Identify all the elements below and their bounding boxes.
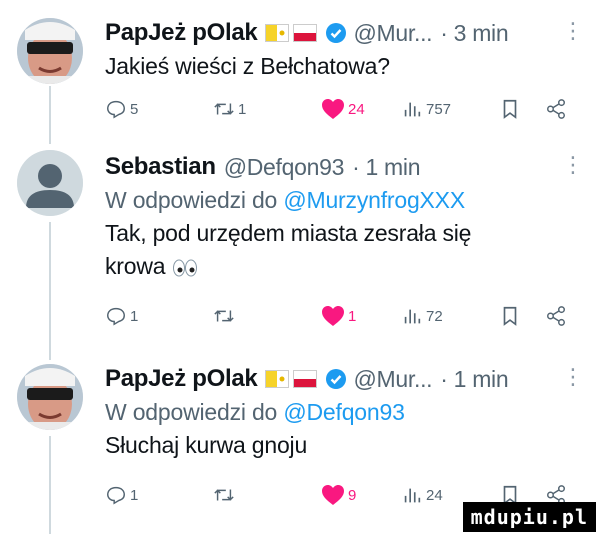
views-icon <box>404 102 421 117</box>
action-bar: 1 1 72 <box>105 305 575 335</box>
separator-dot: · <box>440 365 448 392</box>
tweet[interactable]: PapJeż pOlak @Mur... · 3 min ⋮ Jakieś wi… <box>105 16 588 83</box>
share-icon <box>547 99 565 119</box>
retweet-icon <box>214 489 234 501</box>
retweet-button[interactable] <box>213 484 238 506</box>
vatican-flag-icon <box>265 24 290 42</box>
views-count: 757 <box>426 100 452 118</box>
like-button[interactable]: 1 <box>321 305 356 327</box>
reply-icon <box>107 486 125 505</box>
thread-line <box>49 436 51 534</box>
display-name[interactable]: Sebastian <box>105 153 216 181</box>
like-button[interactable]: 24 <box>321 98 365 120</box>
reply-prefix: W odpowiedzi do <box>105 399 278 425</box>
heart-icon <box>322 485 344 505</box>
reply-button[interactable]: 1 <box>105 305 138 327</box>
display-name[interactable]: PapJeż pOlak <box>105 19 258 47</box>
retweet-icon <box>214 310 234 322</box>
reply-icon <box>107 100 125 119</box>
user-handle[interactable]: @Mur... <box>353 366 432 393</box>
bookmark-icon <box>503 306 517 326</box>
reply-button[interactable]: 1 <box>105 484 138 506</box>
display-name[interactable]: PapJeż pOlak <box>105 365 258 393</box>
share-icon <box>547 306 565 326</box>
heart-icon <box>322 306 344 326</box>
retweet-button[interactable]: 1 <box>213 98 246 120</box>
reply-prefix: W odpowiedzi do <box>105 187 278 213</box>
verified-badge-icon <box>326 23 347 43</box>
poland-flag-icon <box>293 370 318 388</box>
views-count: 24 <box>426 486 443 504</box>
views-icon <box>404 488 421 503</box>
bookmark-icon <box>503 99 517 119</box>
tweet-header: PapJeż pOlak @Mur... · 3 min ⋮ <box>105 16 588 50</box>
views-button[interactable]: 757 <box>401 98 451 120</box>
share-button[interactable] <box>545 305 570 327</box>
reply-button[interactable]: 5 <box>105 98 138 120</box>
tweet[interactable]: Sebastian @Defqon93 · 1 min ⋮ W odpowied… <box>105 150 588 283</box>
reply-context: W odpowiedzi do @MurzynfrogXXX <box>105 184 588 217</box>
share-button[interactable] <box>545 98 570 120</box>
avatar[interactable] <box>17 364 83 430</box>
verified-badge-icon <box>326 369 347 389</box>
timestamp[interactable]: 1 min <box>365 154 420 181</box>
bookmark-button[interactable] <box>499 305 524 327</box>
user-handle[interactable]: @Defqon93 <box>224 154 345 181</box>
vatican-flag-icon <box>265 370 290 388</box>
retweet-icon <box>214 103 234 115</box>
thread-line <box>49 86 51 144</box>
site-watermark: mdupiu.pl <box>462 502 596 532</box>
more-menu-icon[interactable]: ⋮ <box>562 152 584 178</box>
mention-link[interactable]: @MurzynfrogXXX <box>283 187 465 213</box>
eyes-emoji-icon <box>172 259 197 277</box>
timestamp[interactable]: 1 min <box>454 366 509 393</box>
reply-count: 1 <box>130 307 139 325</box>
like-count: 9 <box>348 486 357 504</box>
separator-dot: · <box>440 19 448 46</box>
tweet-header: PapJeż pOlak @Mur... · 1 min ⋮ <box>105 362 588 396</box>
reply-context: W odpowiedzi do @Defqon93 <box>105 396 588 429</box>
action-bar: 5 1 24 757 <box>105 98 575 128</box>
tweet-text: Słuchaj kurwa gnoju <box>105 432 308 458</box>
tweet-text: Jakieś wieści z Bełchatowa? <box>105 53 390 79</box>
timestamp[interactable]: 3 min <box>454 20 509 47</box>
avatar[interactable] <box>17 18 83 84</box>
retweet-count: 1 <box>238 100 247 118</box>
tweet-header: Sebastian @Defqon93 · 1 min ⋮ <box>105 150 588 184</box>
mention-link[interactable]: @Defqon93 <box>283 399 405 425</box>
views-count: 72 <box>426 307 443 325</box>
tweet-text-continued: krowa <box>105 253 166 279</box>
reply-icon <box>107 307 125 326</box>
separator-dot: · <box>352 153 360 180</box>
thread-line <box>49 222 51 360</box>
like-count: 1 <box>348 307 357 325</box>
tweet-text: krowa <box>105 250 588 283</box>
poland-flag-icon <box>293 24 318 42</box>
avatar[interactable] <box>17 150 83 216</box>
views-button[interactable]: 72 <box>401 305 443 327</box>
retweet-button[interactable] <box>213 305 238 327</box>
reply-count: 5 <box>130 100 139 118</box>
bookmark-button[interactable] <box>499 98 524 120</box>
like-button[interactable]: 9 <box>321 484 356 506</box>
views-button[interactable]: 24 <box>401 484 443 506</box>
more-menu-icon[interactable]: ⋮ <box>562 18 584 44</box>
user-handle[interactable]: @Mur... <box>353 20 432 47</box>
tweet-text: Tak, pod urzędem miasta zesrała się <box>105 220 472 246</box>
views-icon <box>404 309 421 324</box>
more-menu-icon[interactable]: ⋮ <box>562 364 584 390</box>
reply-count: 1 <box>130 486 139 504</box>
like-count: 24 <box>348 100 365 118</box>
heart-icon <box>322 99 344 119</box>
tweet[interactable]: PapJeż pOlak @Mur... · 1 min ⋮ W odpowie… <box>105 362 588 462</box>
